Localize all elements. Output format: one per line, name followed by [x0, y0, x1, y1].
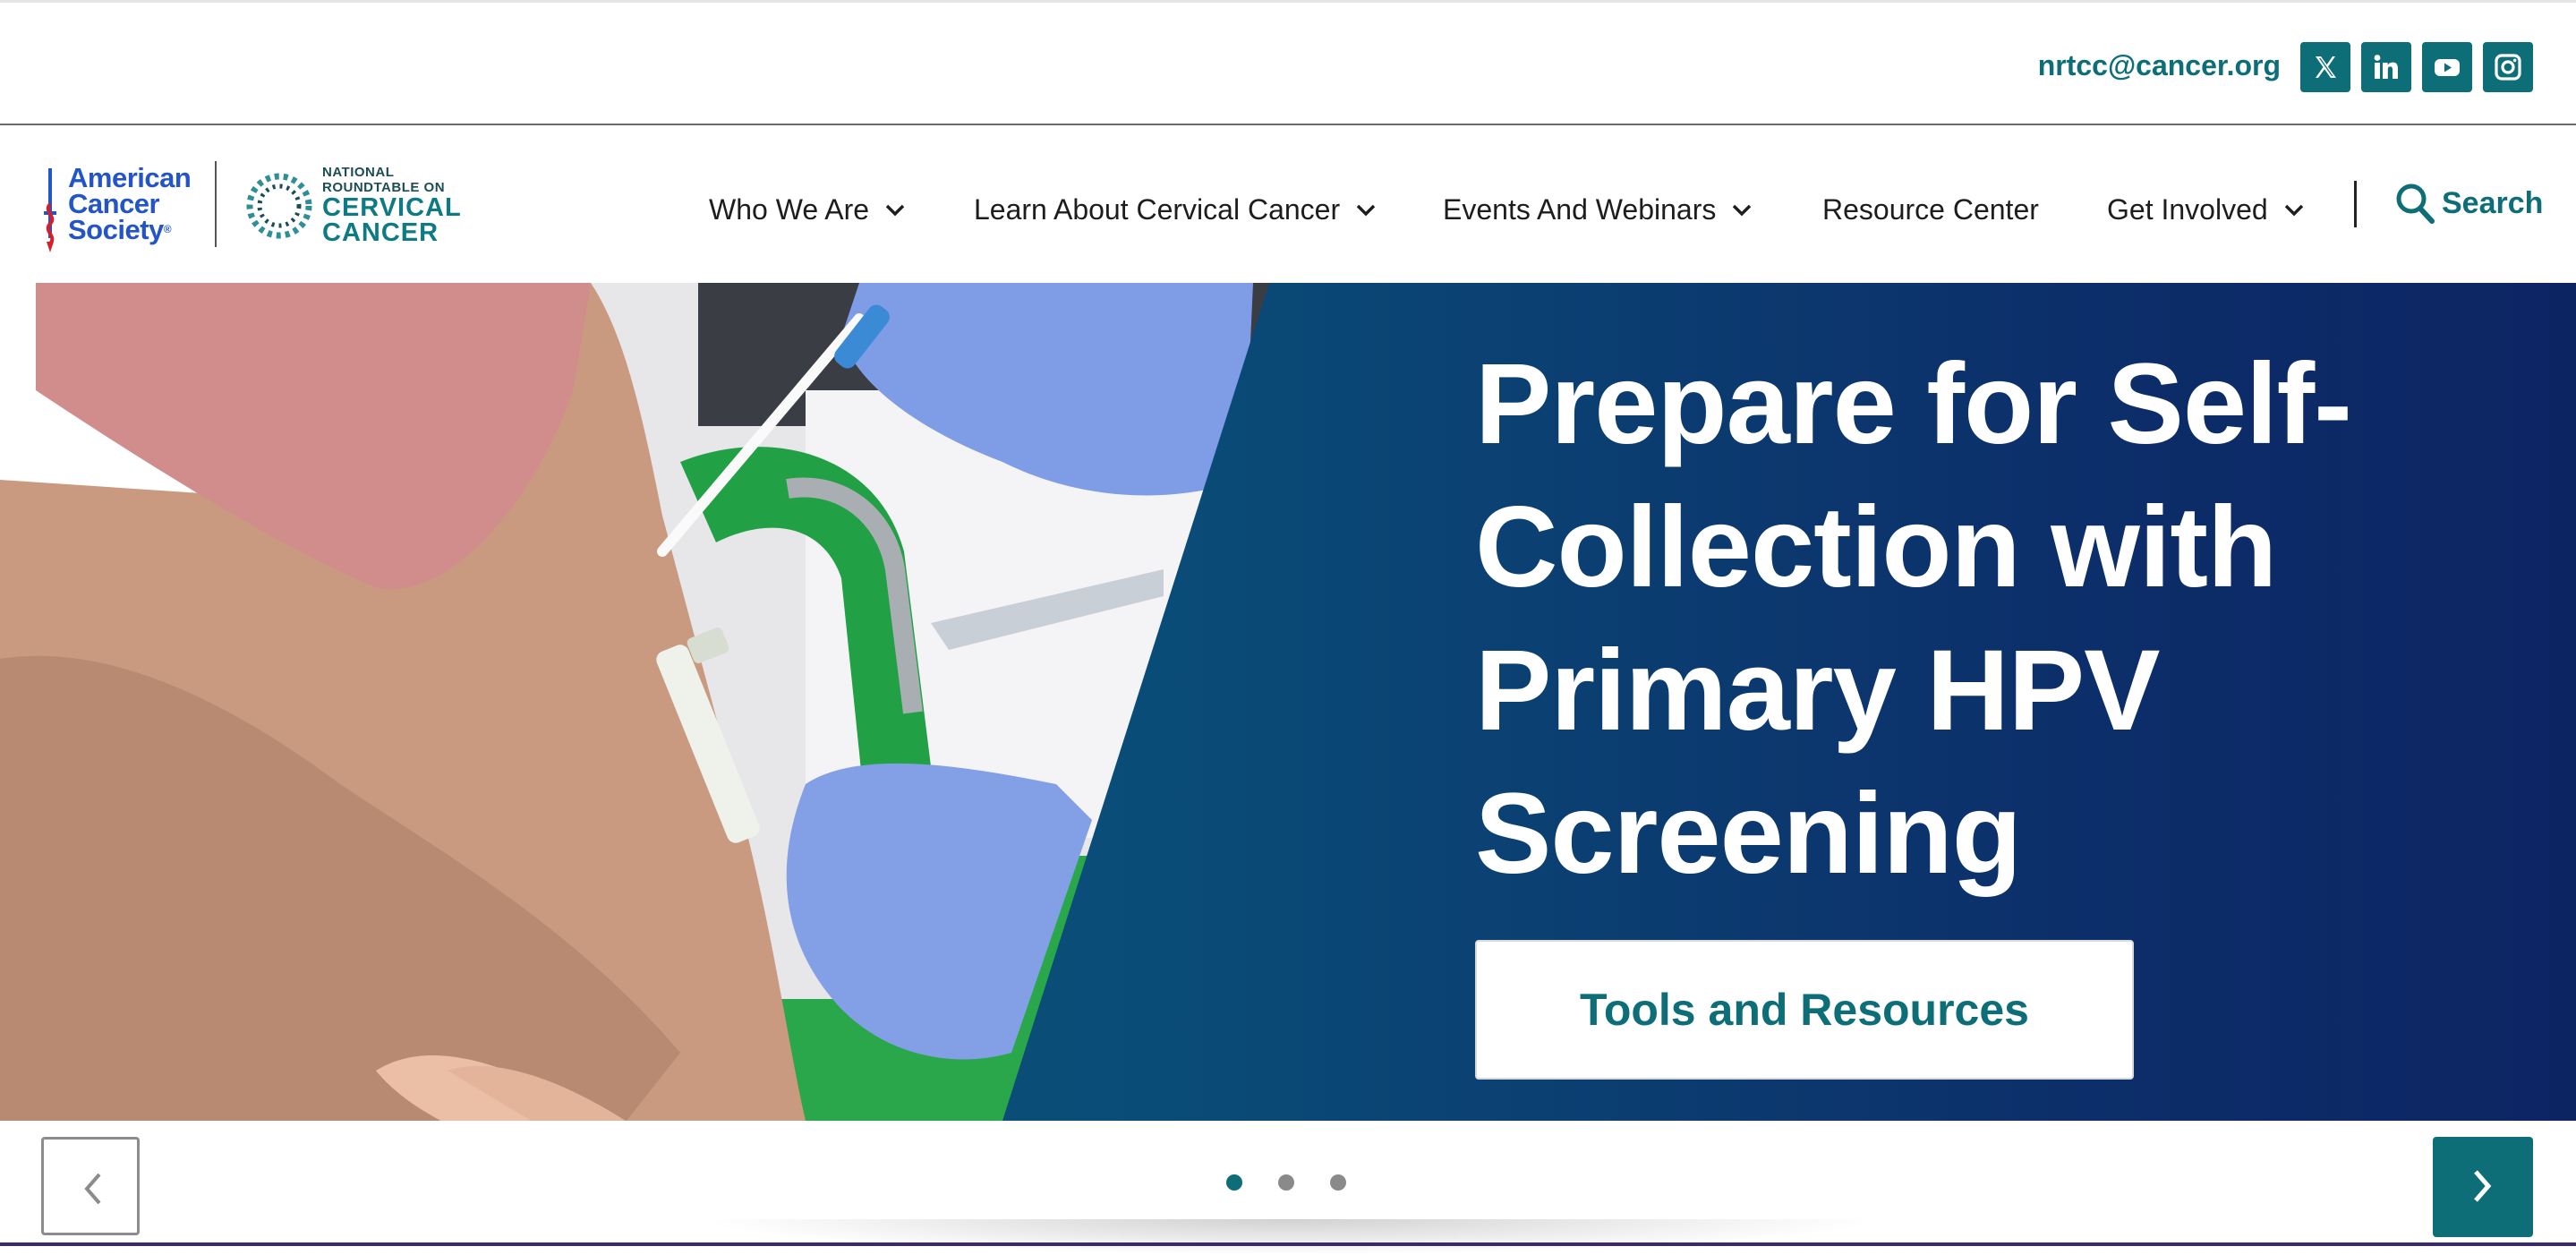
hero-headline: Prepare for Self- Collection with Primar… — [1475, 340, 2352, 898]
nav-get-involved[interactable]: Get Involved — [2107, 193, 2304, 226]
carousel-prev-button[interactable] — [41, 1137, 140, 1235]
chevron-down-icon — [2284, 204, 2303, 216]
youtube-icon[interactable] — [2422, 42, 2472, 92]
contact-email-link[interactable]: nrtcc@cancer.org — [2038, 49, 2281, 82]
nav-learn-about-cervical-cancer[interactable]: Learn About Cervical Cancer — [974, 193, 1376, 226]
acs-logo-text: American Cancer Society® — [68, 162, 192, 245]
logo-divider — [215, 161, 217, 247]
hero-carousel-slide: Prepare for Self- Collection with Primar… — [0, 283, 2576, 1121]
nav-who-we-are[interactable]: Who We Are — [709, 193, 905, 226]
site-header: American Cancer Society® NATIONAL ROUNDT… — [0, 125, 2576, 283]
nrcc-logo-big-text: CERVICAL CANCER — [322, 193, 462, 247]
carousel-next-button[interactable] — [2433, 1137, 2533, 1237]
dotted-ring-icon — [246, 173, 312, 239]
nav-resource-center[interactable]: Resource Center — [1822, 193, 2039, 226]
acs-sword-icon — [44, 168, 56, 252]
chevron-right-icon — [2474, 1170, 2492, 1202]
nrcc-logo[interactable]: NATIONAL ROUNDTABLE ON CERVICAL CANCER — [243, 165, 461, 254]
chevron-down-icon — [1356, 204, 1376, 216]
chevron-left-icon — [84, 1173, 101, 1205]
chevron-down-icon — [885, 204, 905, 216]
nav-events-and-webinars[interactable]: Events And Webinars — [1443, 193, 1752, 226]
nav-divider — [2354, 181, 2357, 227]
search-icon — [2396, 184, 2435, 224]
utility-bar: nrtcc@cancer.org — [0, 3, 2576, 125]
carousel-dot-3[interactable] — [1330, 1174, 1346, 1191]
american-cancer-society-logo[interactable]: American Cancer Society® — [39, 162, 192, 254]
bottom-border — [0, 1242, 2576, 1246]
carousel-dots — [1226, 1174, 1346, 1191]
x-icon[interactable] — [2300, 42, 2350, 92]
nrcc-logo-small-text: NATIONAL ROUNDTABLE ON — [322, 165, 446, 195]
carousel-dot-2[interactable] — [1278, 1174, 1294, 1191]
carousel-dot-1[interactable] — [1226, 1174, 1242, 1191]
linkedin-icon[interactable] — [2361, 42, 2411, 92]
tools-and-resources-button[interactable]: Tools and Resources — [1475, 940, 2134, 1080]
chevron-down-icon — [1733, 204, 1752, 216]
search-button[interactable]: Search — [2395, 183, 2543, 224]
carousel-controls — [0, 1121, 2576, 1255]
section-shadow — [698, 1219, 1880, 1255]
instagram-icon[interactable] — [2483, 42, 2533, 92]
